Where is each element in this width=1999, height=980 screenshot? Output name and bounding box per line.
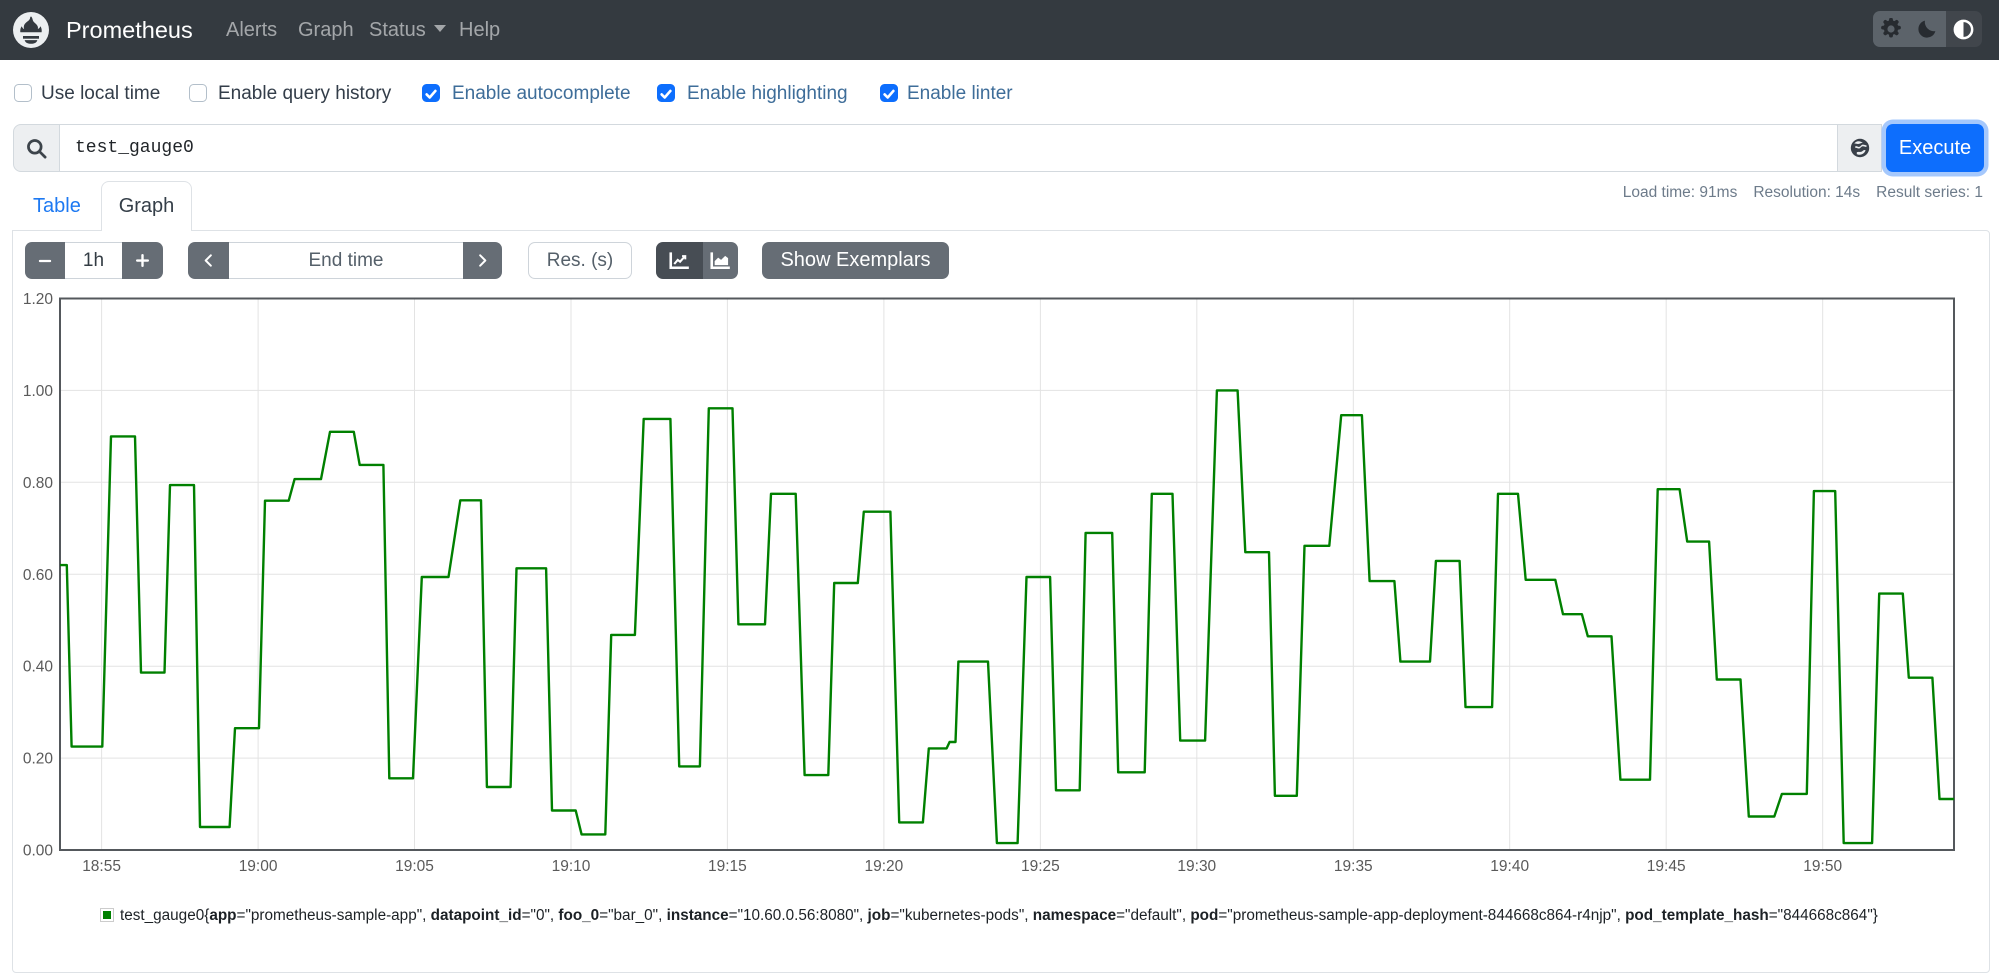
svg-text:18:55: 18:55 [82,858,121,875]
svg-text:19:25: 19:25 [1021,858,1060,875]
svg-text:19:50: 19:50 [1803,858,1842,875]
svg-text:19:00: 19:00 [239,858,278,875]
svg-text:19:20: 19:20 [865,858,904,875]
svg-text:0.40: 0.40 [23,659,54,676]
svg-text:0.20: 0.20 [23,751,54,768]
svg-text:19:45: 19:45 [1647,858,1686,875]
svg-text:19:05: 19:05 [395,858,434,875]
svg-text:19:30: 19:30 [1177,858,1216,875]
svg-text:19:15: 19:15 [708,858,747,875]
svg-text:1.00: 1.00 [23,383,54,400]
svg-text:0.00: 0.00 [23,843,54,860]
svg-text:19:40: 19:40 [1490,858,1529,875]
svg-text:19:10: 19:10 [552,858,591,875]
svg-text:1.20: 1.20 [23,291,54,308]
svg-text:0.80: 0.80 [23,475,54,492]
svg-text:0.60: 0.60 [23,567,54,584]
svg-text:19:35: 19:35 [1334,858,1373,875]
